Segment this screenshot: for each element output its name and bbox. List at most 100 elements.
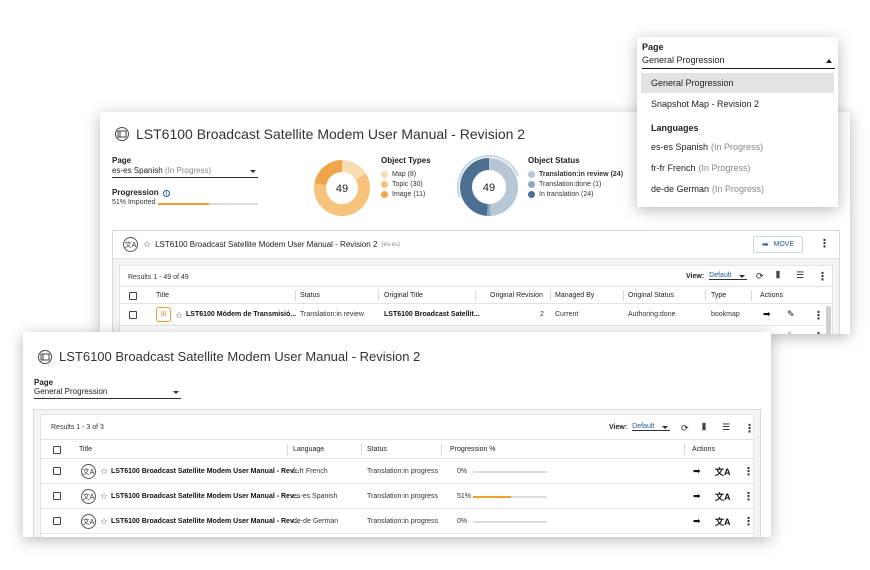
object-types-legend-item[interactable]: Map (8): [381, 169, 425, 179]
col-title[interactable]: Title: [79, 446, 92, 453]
table-row[interactable]: 文A ☆ LST6100 Broadcast Satellite Modem Use…: [41, 484, 754, 509]
object-status-legend-item[interactable]: Translation:done (1): [528, 179, 623, 189]
col-original-title[interactable]: Original Title: [384, 292, 423, 299]
row-title[interactable]: LST6100 Broadcast Satellite Modem User M…: [111, 493, 299, 500]
row-checkbox[interactable]: [53, 517, 61, 525]
row-more-icon[interactable]: ⋮: [743, 467, 754, 478]
row-title[interactable]: LST6100 Broadcast Satellite Modem User M…: [111, 468, 299, 475]
filter-icon[interactable]: ☰: [722, 422, 730, 433]
objects-table: Results 1 - 49 of 49 View: Default ⟳ ⦀ ☰…: [119, 265, 833, 334]
col-status[interactable]: Status: [367, 446, 387, 453]
pencil-icon[interactable]: ✎: [787, 309, 795, 320]
row-language: fr-fr French: [293, 468, 328, 475]
front-page-select[interactable]: General Progression: [34, 387, 181, 399]
refresh-icon[interactable]: ⟳: [681, 423, 689, 434]
star-icon[interactable]: ☆: [100, 491, 108, 502]
progression-bar: [158, 203, 258, 205]
object-types-legend-item[interactable]: Image (11): [381, 189, 425, 199]
view-control: View: Default: [686, 272, 748, 280]
row-checkbox[interactable]: [53, 467, 61, 475]
row-title[interactable]: LST6100 Broadcast Satellite Modem User M…: [111, 518, 299, 525]
scrollbar[interactable]: [826, 306, 831, 334]
translate-action-icon[interactable]: 文A: [715, 515, 731, 528]
star-icon[interactable]: ☆: [100, 516, 108, 527]
col-type[interactable]: Type: [711, 292, 726, 299]
info-icon[interactable]: i: [162, 190, 170, 197]
select-all-checkbox[interactable]: [129, 292, 137, 300]
object-types-legend-item[interactable]: Topic (30): [381, 179, 425, 189]
col-status[interactable]: Status: [300, 292, 320, 299]
table-more-icon[interactable]: ⋮: [817, 272, 828, 283]
arrow-right-icon[interactable]: ➡: [763, 309, 771, 320]
progression-label-text: Progression: [112, 188, 159, 197]
option-es-es-spanish[interactable]: es-es Spanish (In Progress): [641, 137, 834, 157]
language-subheader-title: LST6100 Broadcast Satellite Modem User M…: [155, 240, 378, 249]
columns-icon[interactable]: ⦀: [776, 270, 780, 281]
table-header: Title Status Original Title Original Rev…: [120, 286, 832, 304]
page-label: Page: [112, 156, 132, 165]
star-icon[interactable]: ☆: [175, 310, 183, 321]
page-select[interactable]: es-es Spanish (In Progress): [112, 166, 258, 178]
row-status: Translation:in progress: [367, 493, 438, 500]
view-select[interactable]: Default: [709, 272, 748, 280]
progression-label: Progression i: [112, 188, 170, 197]
row-original-title: LST6100 Broadcast Satellit...: [384, 311, 480, 318]
back-title: LST6100 Broadcast Satellite Modem User M…: [136, 126, 526, 142]
object-status-legend-swatch: [528, 170, 535, 178]
row-more-icon[interactable]: ⋮: [813, 332, 824, 335]
star-icon[interactable]: ☆: [100, 466, 108, 477]
pencil-icon[interactable]: ✎: [787, 330, 795, 334]
row-more-icon[interactable]: ⋮: [743, 492, 754, 503]
object-status-legend-item[interactable]: In translation (24): [528, 189, 623, 199]
col-language[interactable]: Language: [293, 446, 324, 453]
row-checkbox[interactable]: [53, 492, 61, 500]
chevron-up-icon: [826, 59, 832, 63]
move-button[interactable]: ➡ MOVE: [753, 236, 803, 253]
arrow-right-icon[interactable]: ➡: [693, 491, 701, 502]
row-checkbox[interactable]: [129, 311, 137, 319]
filter-icon[interactable]: ☰: [796, 270, 804, 281]
progression-bar-fill: [158, 203, 209, 205]
row-progress-text: 0%: [457, 468, 468, 475]
object-types-legend-label: Topic (30): [392, 180, 423, 188]
star-icon[interactable]: ☆: [143, 239, 151, 250]
columns-icon[interactable]: ⦀: [702, 422, 706, 433]
table-row[interactable]: 文A ☆ LST6100 Broadcast Satellite Modem Use…: [41, 459, 754, 484]
select-all-checkbox[interactable]: [53, 446, 61, 454]
object-status-donut: 49: [457, 155, 521, 219]
table-more-icon[interactable]: ⋮: [744, 424, 755, 435]
dropdown-select[interactable]: General Progression: [642, 55, 835, 69]
option-de-de-german[interactable]: de-de German (In Progress): [641, 179, 834, 199]
map-icon: [38, 349, 52, 364]
col-progression[interactable]: Progression %: [450, 446, 496, 453]
table-row[interactable]: ⊞ ☆ LST6100 Módem de Transmisió... Trans…: [120, 304, 832, 326]
more-vertical-icon[interactable]: ⋮: [819, 239, 830, 250]
front-view-select[interactable]: Default: [632, 423, 671, 431]
row-language: es-es Spanish: [293, 493, 338, 500]
row-original-revision: 2: [540, 311, 544, 318]
row-status: Translation:in review: [300, 311, 364, 318]
option-fr-fr-french[interactable]: fr-fr French (In Progress): [641, 158, 834, 178]
object-status-legend-item[interactable]: Translation:in review (24): [528, 169, 623, 179]
refresh-icon[interactable]: ⟳: [756, 271, 764, 282]
option-label: fr-fr French: [651, 163, 696, 173]
col-managed-by[interactable]: Managed By: [555, 292, 594, 299]
arrow-right-icon[interactable]: ➡: [693, 466, 701, 477]
col-title[interactable]: Title: [156, 292, 169, 299]
table-row[interactable]: 文A ☆ LST6100 Broadcast Satellite Modem Use…: [41, 509, 754, 534]
language-subheader-code: (es-es): [381, 241, 401, 248]
col-original-revision[interactable]: Original Revision: [490, 292, 543, 299]
col-original-status[interactable]: Original Status: [628, 292, 674, 299]
translate-action-icon[interactable]: 文A: [715, 465, 731, 478]
arrow-right-icon: ➡: [761, 240, 769, 249]
option-snapshot-map[interactable]: Snapshot Map - Revision 2: [641, 94, 834, 114]
languages-table: Results 1 - 3 of 3 View: Default ⟳ ⦀ ☰ ⋮…: [40, 414, 755, 537]
option-general-progression[interactable]: General Progression: [641, 73, 834, 93]
translate-action-icon[interactable]: 文A: [715, 490, 731, 503]
arrow-right-icon[interactable]: ➡: [693, 516, 701, 527]
row-more-icon[interactable]: ⋮: [743, 517, 754, 528]
object-types-total: 49: [336, 183, 348, 195]
object-types-legend-swatch: [381, 180, 388, 188]
row-more-icon[interactable]: ⋮: [813, 311, 824, 322]
row-title[interactable]: LST6100 Módem de Transmisió...: [186, 311, 296, 318]
